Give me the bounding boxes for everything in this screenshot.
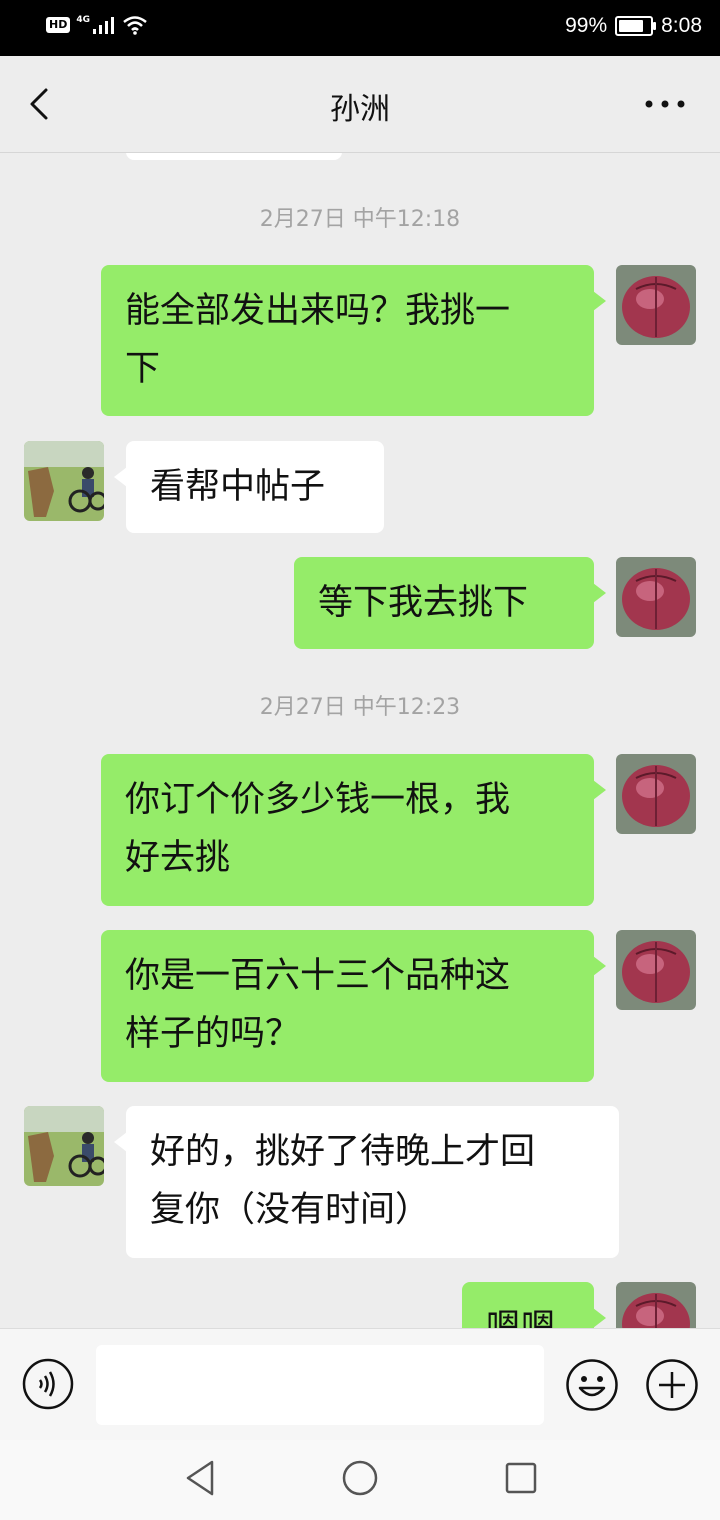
message-text: 你是一百六十三个品种这 <box>125 956 511 996</box>
timestamp: 2月27日 中午12:18 <box>259 207 461 232</box>
emoji-icon[interactable] <box>565 1358 619 1412</box>
nav-home-icon[interactable] <box>340 1458 380 1498</box>
message-text: 好的，挑好了待晚上才回 <box>150 1132 536 1172</box>
message-text: 好去挑 <box>125 838 231 878</box>
sent-message-bubble[interactable]: 你订个价多少钱一根，我 好去挑 <box>101 754 606 906</box>
message-list[interactable]: 2月27日 中午12:18 能全部发出来吗？我挑一 下 看帮中帖子 等下我去挑下… <box>0 153 720 1328</box>
network-label: 4G <box>76 15 90 25</box>
add-attachment-icon[interactable] <box>645 1358 699 1412</box>
chat-title: 孙洲 <box>330 92 390 127</box>
voice-input-icon[interactable] <box>22 1358 74 1410</box>
nav-recent-apps-icon[interactable] <box>503 1460 539 1496</box>
sent-message-bubble[interactable]: 能全部发出来吗？我挑一 下 <box>101 265 606 416</box>
message-text: 下 <box>125 349 161 389</box>
my-avatar[interactable] <box>616 265 696 345</box>
received-message-bubble[interactable]: 看帮中帖子 <box>114 441 384 533</box>
clock: 8:08 <box>661 14 702 37</box>
hd-badge: HD <box>46 17 71 33</box>
message-text: 能全部发出来吗？我挑一 <box>125 291 511 331</box>
my-avatar[interactable] <box>616 1282 696 1328</box>
nav-back-icon[interactable] <box>182 1458 218 1498</box>
wifi-icon <box>123 16 147 35</box>
signal-icon <box>93 17 114 34</box>
message-text: 看帮中帖子 <box>150 467 326 507</box>
contact-avatar[interactable] <box>24 441 104 521</box>
received-message-bubble[interactable]: 好的，挑好了待晚上才回 复你（没有时间） <box>114 1106 619 1258</box>
contact-avatar[interactable] <box>24 1106 104 1186</box>
chat-header: 孙洲 <box>0 56 720 153</box>
more-options-icon[interactable] <box>640 90 690 118</box>
status-left: HD 4G <box>46 15 148 35</box>
message-input[interactable] <box>96 1345 544 1425</box>
message-text: 等下我去挑下 <box>318 583 529 623</box>
my-avatar[interactable] <box>616 557 696 637</box>
message-text: 你订个价多少钱一根，我 <box>125 780 511 820</box>
previous-message-bubble[interactable] <box>126 153 342 160</box>
sent-message-bubble[interactable]: 嗯嗯 <box>462 1282 606 1328</box>
message-text: 嗯嗯 <box>486 1308 557 1328</box>
battery-percent: 99% <box>565 14 608 37</box>
status-bar: HD 4G 99% 8:08 <box>0 0 720 56</box>
my-avatar[interactable] <box>616 930 696 1010</box>
message-text: 复你（没有时间） <box>150 1190 431 1230</box>
timestamp: 2月27日 中午12:23 <box>259 695 461 720</box>
my-avatar[interactable] <box>616 754 696 834</box>
input-bar <box>0 1328 720 1441</box>
battery-icon <box>615 16 657 36</box>
system-nav-bar <box>0 1440 720 1520</box>
sent-message-bubble[interactable]: 等下我去挑下 <box>294 557 606 649</box>
status-right: 99% 8:08 <box>565 14 702 38</box>
sent-message-bubble[interactable]: 你是一百六十三个品种这 样子的吗？ <box>101 930 606 1082</box>
message-text: 样子的吗？ <box>125 1014 301 1054</box>
